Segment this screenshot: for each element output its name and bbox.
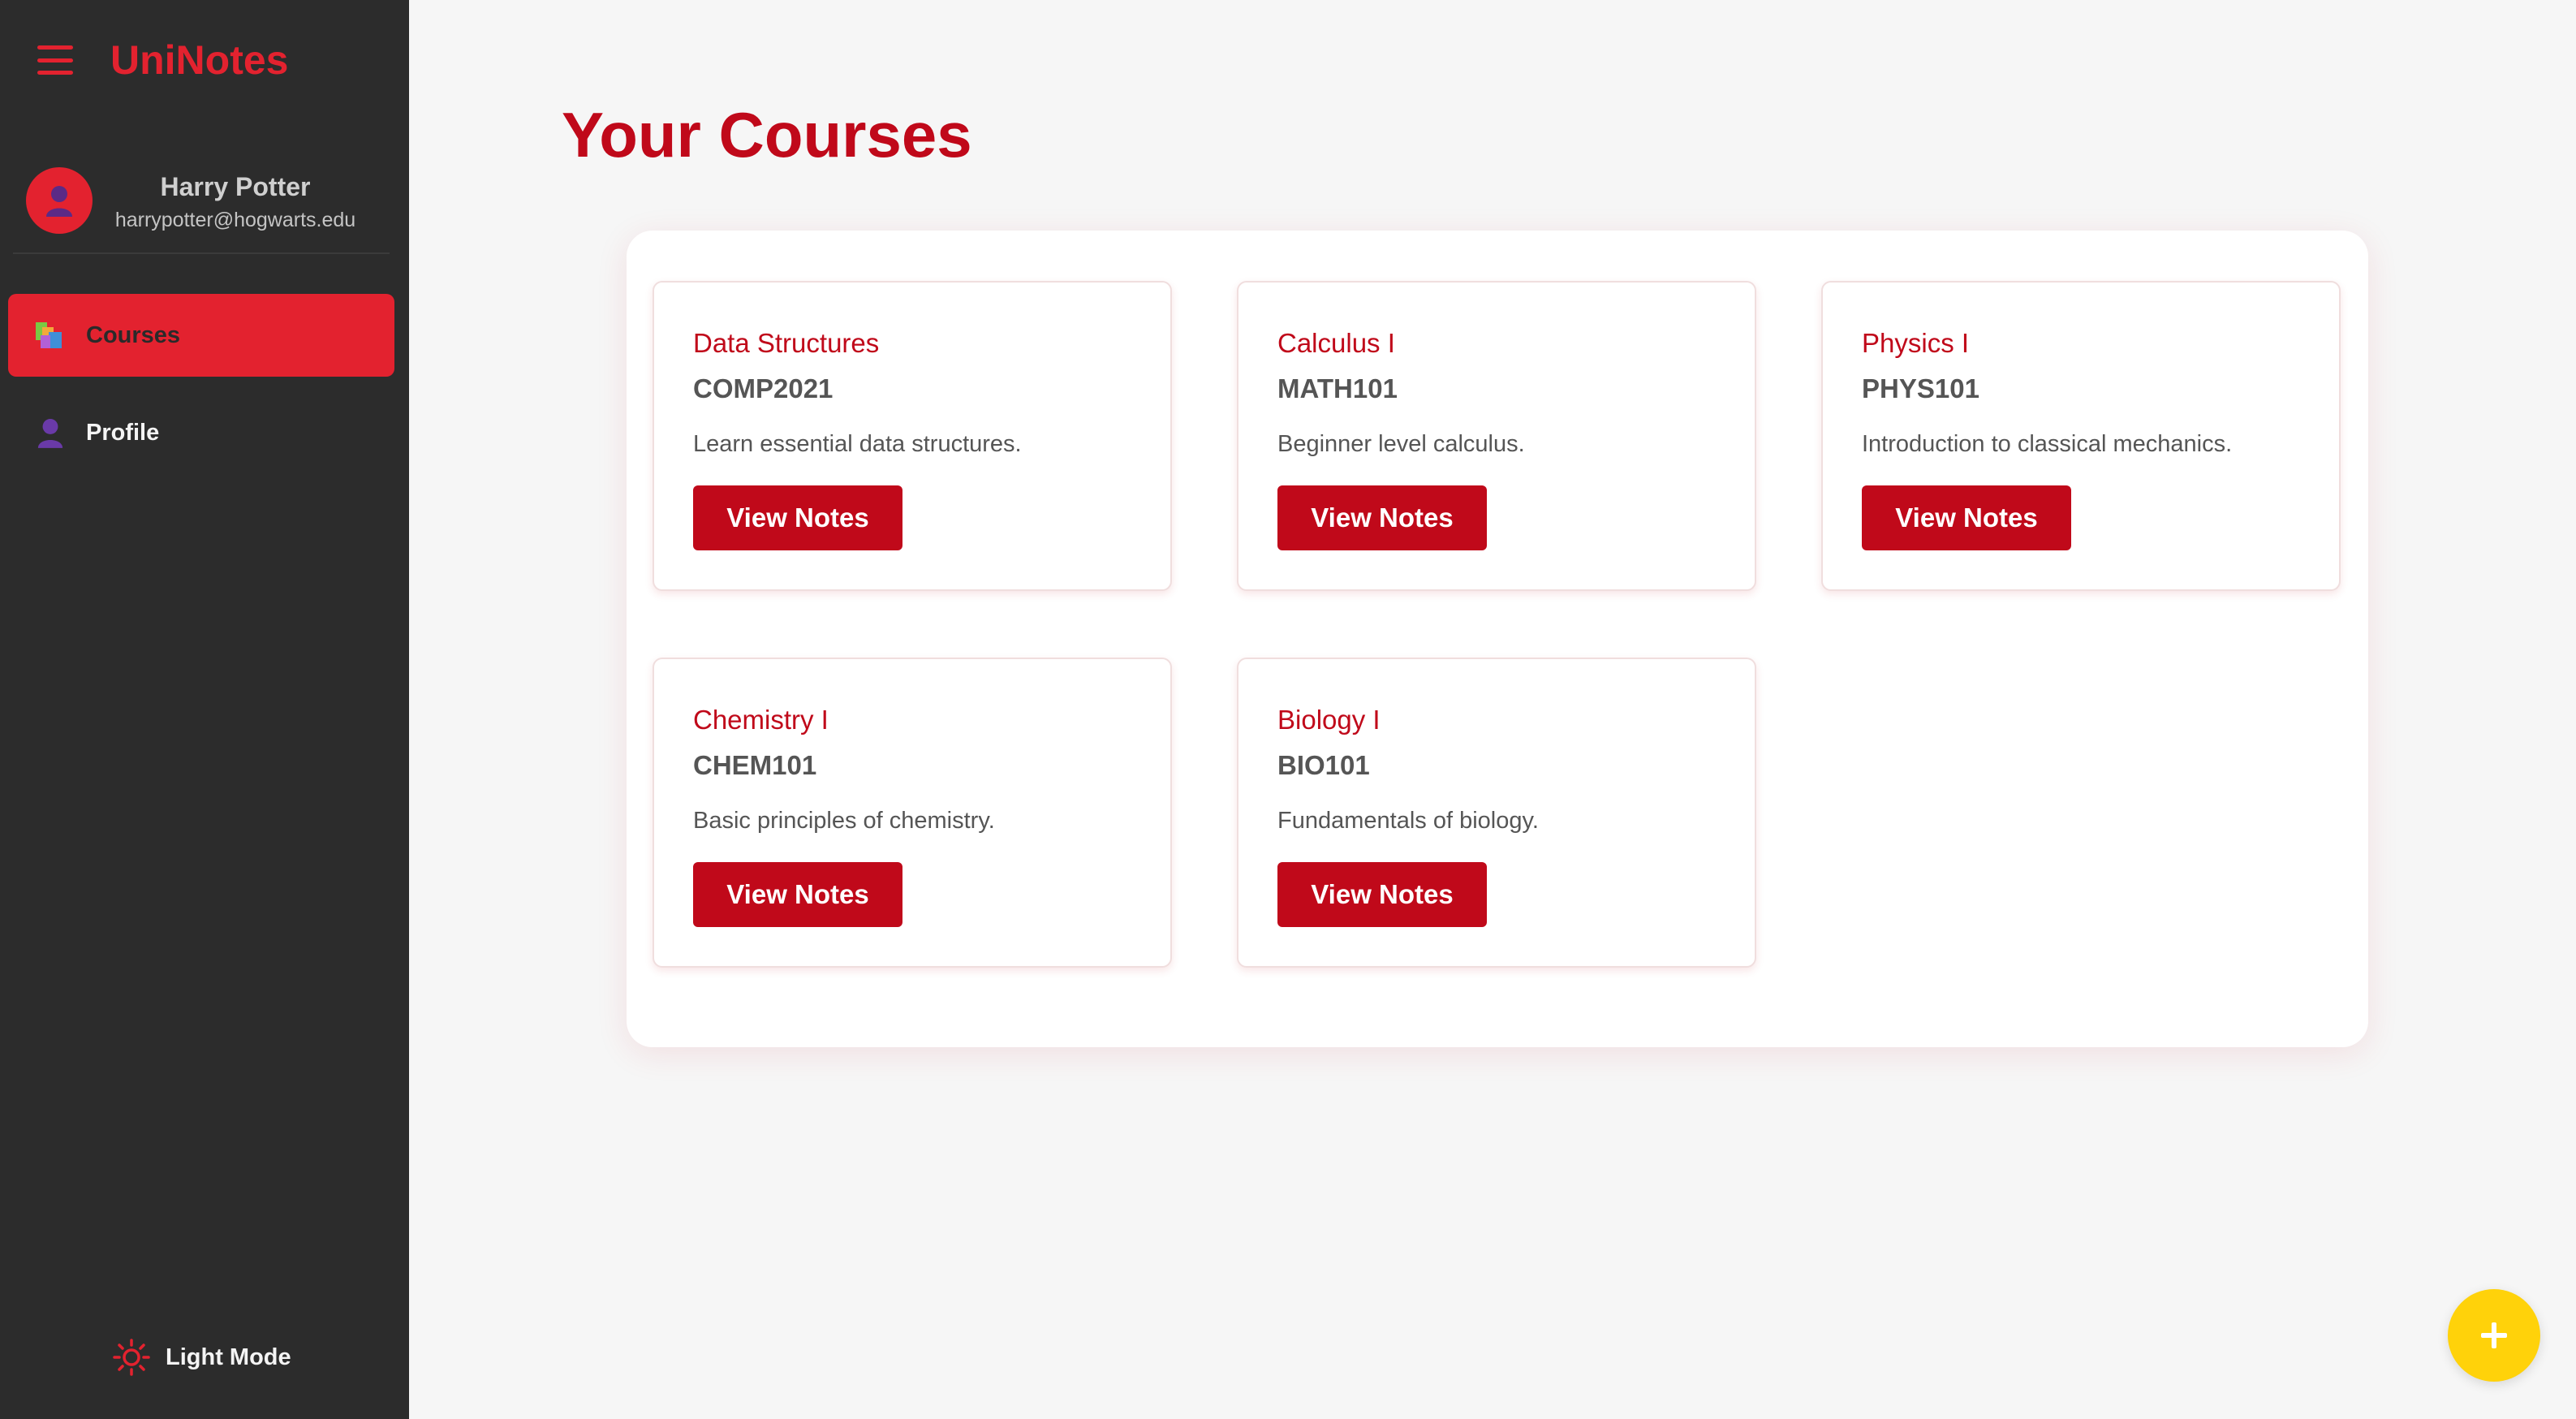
course-card: Calculus I MATH101 Beginner level calcul… xyxy=(1237,281,1756,591)
course-name: Data Structures xyxy=(693,328,880,358)
avatar[interactable] xyxy=(26,167,93,234)
view-notes-button[interactable]: View Notes xyxy=(1277,862,1487,927)
sidebar-item-profile[interactable]: Profile xyxy=(8,391,394,474)
course-description: Learn essential data structures. xyxy=(693,431,1022,457)
course-code: COMP2021 xyxy=(693,373,834,403)
course-code: BIO101 xyxy=(1277,750,1370,780)
sidebar-item-label: Profile xyxy=(86,419,160,446)
page-title: Your Courses xyxy=(562,99,972,170)
books-icon xyxy=(32,317,68,353)
course-name: Calculus I xyxy=(1277,328,1395,358)
course-description: Fundamentals of biology. xyxy=(1277,808,1539,834)
course-description: Beginner level calculus. xyxy=(1277,431,1525,457)
brand-logo: UniNotes xyxy=(110,37,289,83)
view-notes-button[interactable]: View Notes xyxy=(1862,485,2071,550)
courses-panel: Data Structures COMP2021 Learn essential… xyxy=(627,231,2368,1047)
view-notes-button[interactable]: View Notes xyxy=(1277,485,1487,550)
person-icon xyxy=(46,186,72,217)
course-code: CHEM101 xyxy=(693,750,817,780)
course-card: Chemistry I CHEM101 Basic principles of … xyxy=(653,658,1172,968)
theme-toggle[interactable]: Light Mode xyxy=(112,1338,291,1377)
sidebar-item-label: Courses xyxy=(86,321,181,348)
course-description: Introduction to classical mechanics. xyxy=(1862,431,2233,457)
theme-toggle-label: Light Mode xyxy=(166,1344,291,1370)
plus-icon xyxy=(2481,1322,2507,1348)
course-description: Basic principles of chemistry. xyxy=(693,808,995,834)
sidebar: UniNotes Harry Potter harrypotter@hogwar… xyxy=(0,0,409,1419)
course-card: Biology I BIO101 Fundamentals of biology… xyxy=(1237,658,1756,968)
person-icon xyxy=(32,415,68,451)
course-name: Biology I xyxy=(1277,705,1381,735)
course-code: MATH101 xyxy=(1277,373,1398,403)
hamburger-menu-icon[interactable] xyxy=(37,45,73,75)
course-code: PHYS101 xyxy=(1862,373,1979,403)
sidebar-divider xyxy=(13,252,390,254)
course-card: Physics I PHYS101 Introduction to classi… xyxy=(1821,281,2341,591)
view-notes-button[interactable]: View Notes xyxy=(693,485,902,550)
course-name: Physics I xyxy=(1862,328,1970,358)
course-card: Data Structures COMP2021 Learn essential… xyxy=(653,281,1172,591)
add-course-button[interactable] xyxy=(2448,1289,2540,1382)
view-notes-button[interactable]: View Notes xyxy=(693,862,902,927)
user-name: Harry Potter xyxy=(160,172,311,201)
user-email: harrypotter@hogwarts.edu xyxy=(114,209,356,231)
course-name: Chemistry I xyxy=(693,705,829,735)
sun-icon xyxy=(113,1339,150,1376)
sidebar-item-courses[interactable]: Courses xyxy=(8,294,394,377)
